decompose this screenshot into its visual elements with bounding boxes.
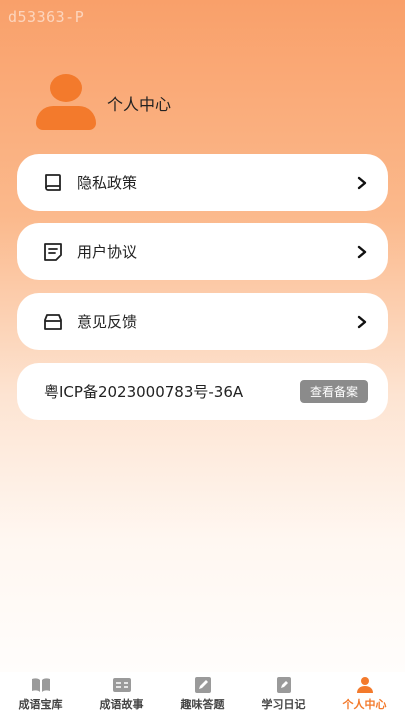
menu-item-user-agreement[interactable]: 用户协议: [17, 223, 388, 280]
menu-item-label: 用户协议: [77, 243, 138, 261]
icp-record-card: 粤ICP备2023000783号-36A 查看备案: [17, 363, 388, 420]
tab-personal-center[interactable]: 个人中心: [324, 672, 405, 720]
menu-item-label: 隐私政策: [77, 174, 138, 192]
tab-label: 趣味答题: [180, 698, 225, 711]
watermark: d53363-P: [8, 8, 85, 26]
tab-label: 成语宝库: [18, 698, 63, 711]
user-avatar-icon[interactable]: [34, 74, 98, 132]
tab-idiom-library[interactable]: 成语宝库: [0, 672, 81, 720]
edit-icon: [194, 677, 211, 693]
story-icon: [112, 678, 131, 692]
open-book-icon: [31, 678, 50, 692]
bottom-tab-bar: 成语宝库 成语故事 趣味答题 学习日记 个人中心: [0, 672, 405, 720]
tab-label: 个人中心: [342, 698, 387, 711]
feedback-box-icon: [44, 313, 62, 330]
book-icon: [45, 173, 61, 191]
tab-fun-quiz[interactable]: 趣味答题: [162, 672, 243, 720]
document-icon: [44, 242, 62, 261]
menu-item-feedback[interactable]: 意见反馈: [17, 293, 388, 350]
tab-idiom-stories[interactable]: 成语故事: [81, 672, 162, 720]
icp-number: 粤ICP备2023000783号-36A: [44, 383, 244, 401]
chevron-right-icon: [357, 176, 367, 189]
menu-item-label: 意见反馈: [77, 313, 138, 331]
tab-label: 成语故事: [99, 698, 144, 711]
menu-item-privacy-policy[interactable]: 隐私政策: [17, 154, 388, 211]
view-icp-button[interactable]: 查看备案: [299, 380, 368, 403]
profile-title: 个人中心: [107, 95, 172, 114]
tab-label: 学习日记: [261, 698, 306, 711]
notebook-icon: [276, 677, 291, 693]
person-icon: [356, 677, 373, 693]
profile-header: 个人中心: [34, 74, 171, 132]
chevron-right-icon: [357, 315, 367, 328]
tab-study-diary[interactable]: 学习日记: [243, 672, 324, 720]
chevron-right-icon: [357, 245, 367, 258]
